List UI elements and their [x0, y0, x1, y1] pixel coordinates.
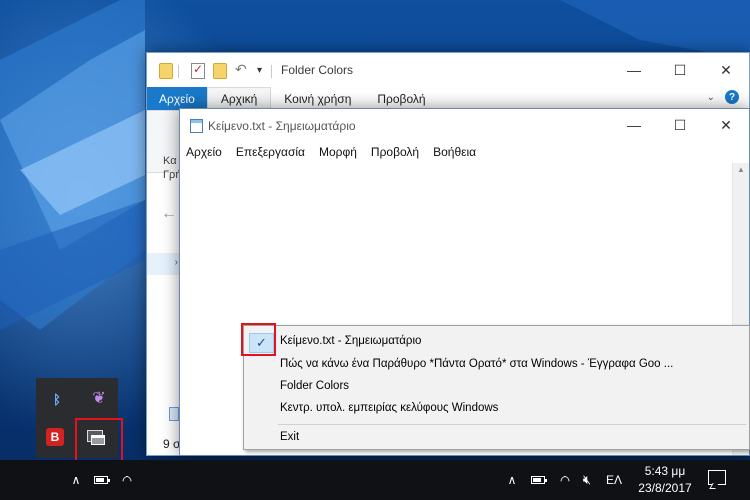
minimize-icon[interactable]: — [611, 109, 657, 141]
volume-muted-icon[interactable]: 🔇︎ [576, 460, 598, 500]
clock-time: 5:43 μμ [644, 464, 686, 478]
menu-item-label: Κείμενο.txt - Σημειωματάριο [280, 335, 422, 347]
nav-pane-selected-item[interactable]: › [147, 253, 179, 275]
chevron-up-icon[interactable]: ∧ [502, 460, 522, 500]
menu-divider [278, 424, 746, 425]
maximize-icon[interactable]: ☐ [657, 53, 703, 87]
wifi-icon[interactable]: ◜◝ [116, 460, 136, 500]
ribbon-controls: ⌄ ? [707, 90, 739, 104]
maximize-icon[interactable]: ☐ [657, 109, 703, 141]
notepad-icon [190, 119, 203, 133]
explorer-titlebar[interactable]: ↶ ▾ Folder Colors — ☐ ✕ [147, 53, 749, 87]
close-icon[interactable]: ✕ [703, 53, 749, 87]
undo-icon[interactable]: ↶ [235, 61, 251, 77]
menu-item-label: Folder Colors [280, 380, 350, 392]
caption-buttons: — ☐ ✕ [611, 53, 749, 87]
menu-item-notepad[interactable]: ✓ Κείμενο.txt - Σημειωματάριο [244, 330, 749, 353]
close-icon[interactable]: ✕ [703, 109, 749, 141]
menu-view[interactable]: Προβολή [365, 141, 427, 163]
window-title: Folder Colors [281, 63, 354, 77]
taskbar: ∧ ◜◝ ∧ ◜◝ 🔇︎ ΕΛ 5:43 μμ 23/8/2017 [0, 460, 750, 500]
minimize-icon[interactable]: — [611, 53, 657, 87]
notepad-titlebar[interactable]: Κείμενο.txt - Σημειωματάριο — ☐ ✕ [180, 109, 749, 141]
notification-icon[interactable] [708, 470, 726, 485]
window-title: Κείμενο.txt - Σημειωματάριο [208, 119, 356, 133]
caption-buttons: — ☐ ✕ [611, 109, 749, 143]
language-indicator[interactable]: ΕΛ [602, 460, 626, 500]
tab-file[interactable]: Αρχείο [147, 87, 207, 110]
ribbon-label: Κα [163, 155, 177, 167]
battery-icon[interactable] [90, 460, 112, 500]
annotation-highlight-box [241, 323, 276, 356]
menu-item-folder-colors[interactable]: Folder Colors [244, 375, 749, 397]
bitdefender-icon[interactable]: B [46, 428, 64, 446]
divider [178, 65, 179, 78]
scroll-up-icon[interactable]: ▲ [737, 165, 745, 174]
tab-share[interactable]: Κοινή χρήση [271, 87, 364, 110]
feather-icon[interactable]: ❦ [87, 386, 111, 410]
menu-item-shell-experience[interactable]: Κεντρ. υπολ. εμπειρίας κελύφους Windows [244, 397, 749, 419]
new-folder-icon[interactable] [213, 63, 227, 79]
battery-icon[interactable] [526, 460, 550, 500]
menu-help[interactable]: Βοήθεια [427, 141, 484, 163]
wifi-icon[interactable]: ◜◝ [554, 460, 574, 500]
menu-item-label: Exit [280, 431, 300, 443]
menu-item-label: Κεντρ. υπολ. εμπειρίας κελύφους Windows [280, 402, 499, 414]
bluetooth-icon[interactable]: ᛒ [45, 387, 69, 411]
tab-home[interactable]: Αρχική [206, 87, 272, 110]
file-icon [169, 407, 179, 421]
tray-context-menu: ✓ Κείμενο.txt - Σημειωματάριο Πώς να κάν… [243, 325, 750, 450]
menu-format[interactable]: Μορφή [313, 141, 365, 163]
menu-item-exit[interactable]: Exit [244, 426, 749, 448]
clock-date: 23/8/2017 [638, 481, 692, 495]
back-arrow-icon[interactable]: ← [161, 205, 177, 223]
menu-item-label: Πώς να κάνω ένα Παράθυρο *Πάντα Ορατό* σ… [280, 358, 674, 370]
status-bar-text: 9 σ [163, 437, 181, 451]
tab-view[interactable]: Προβολή [364, 87, 438, 110]
folder-icon[interactable] [159, 63, 173, 79]
menu-bar: Αρχείο Επεξεργασία Μορφή Προβολή Βοήθεια [180, 141, 484, 163]
menu-edit[interactable]: Επεξεργασία [230, 141, 313, 163]
menu-file[interactable]: Αρχείο [180, 141, 230, 163]
expand-icon[interactable]: ⌄ [707, 92, 715, 103]
clock[interactable]: 5:43 μμ 23/8/2017 [630, 463, 700, 497]
divider [271, 65, 272, 78]
chevron-icon: › [174, 257, 178, 268]
dropdown-icon[interactable]: ▾ [257, 65, 267, 81]
checkmark-icon[interactable] [191, 62, 205, 79]
help-icon[interactable]: ? [725, 90, 739, 104]
menu-item-docs-window[interactable]: Πώς να κάνω ένα Παράθυρο *Πάντα Ορατό* σ… [244, 353, 749, 375]
chevron-up-icon[interactable]: ∧ [66, 460, 86, 500]
